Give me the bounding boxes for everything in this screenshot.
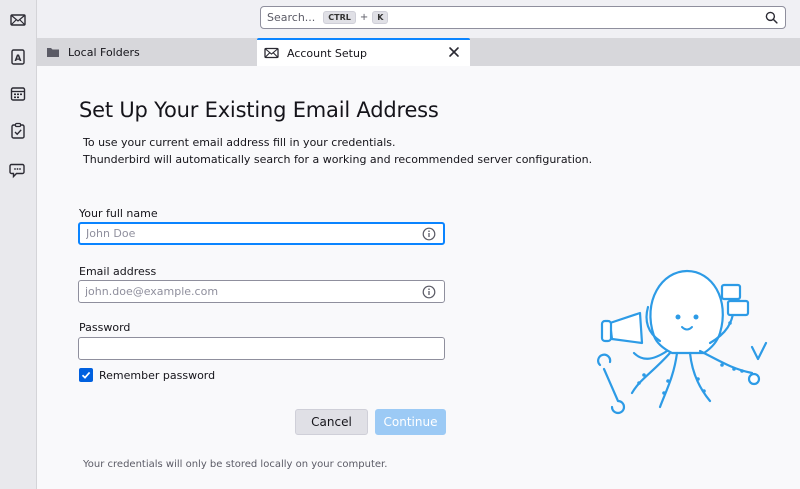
- address-book-space-button[interactable]: A: [7, 46, 29, 68]
- password-input[interactable]: [78, 337, 445, 360]
- description-line-1: To use your current email address fill i…: [83, 136, 396, 149]
- page-description: To use your current email address fill i…: [83, 134, 592, 168]
- spaces-toolbar: A: [0, 0, 37, 489]
- folder-icon: [47, 48, 59, 57]
- password-label: Password: [79, 321, 131, 334]
- remember-password-checkbox[interactable]: [79, 368, 93, 382]
- shortcut-plus: +: [359, 12, 369, 23]
- tasks-icon: [11, 122, 25, 139]
- fullname-input[interactable]: [78, 222, 445, 245]
- calendar-icon: [10, 87, 26, 101]
- mail-icon: [264, 47, 279, 59]
- info-icon[interactable]: [422, 227, 436, 241]
- description-line-2: Thunderbird will automatically search fo…: [83, 153, 593, 166]
- tab-label: Account Setup: [287, 46, 367, 60]
- chat-icon: [9, 163, 25, 179]
- svg-text:A: A: [15, 54, 22, 64]
- calendar-space-button[interactable]: [7, 83, 29, 105]
- close-icon[interactable]: [448, 46, 460, 58]
- tab-account-setup[interactable]: Account Setup: [257, 38, 470, 66]
- chat-space-button[interactable]: [7, 159, 29, 181]
- account-setup-page: Set Up Your Existing Email Address To us…: [37, 66, 800, 489]
- checkmark-icon: [81, 371, 91, 379]
- email-label: Email address: [79, 265, 157, 278]
- remember-password-row: Remember password: [79, 368, 215, 382]
- remember-password-label: Remember password: [99, 368, 216, 382]
- tab-local-folders[interactable]: Local Folders: [46, 38, 256, 66]
- page-title: Set Up Your Existing Email Address: [79, 98, 439, 122]
- search-icon[interactable]: [765, 11, 778, 24]
- shortcut-key-ctrl: CTRL: [323, 11, 356, 24]
- tab-bar: Local Folders Account Setup: [37, 38, 800, 66]
- email-input[interactable]: [78, 280, 445, 303]
- tab-label: Local Folders: [68, 45, 140, 59]
- address-book-icon: A: [11, 49, 25, 65]
- mail-space-button[interactable]: [7, 9, 29, 31]
- octopus-illustration: [597, 269, 768, 415]
- shortcut-key-k: K: [372, 11, 389, 24]
- info-icon[interactable]: [422, 285, 436, 299]
- global-search-box[interactable]: Search... CTRL + K: [260, 6, 786, 29]
- privacy-note: Your credentials will only be stored loc…: [83, 459, 388, 470]
- search-placeholder: Search...: [267, 11, 316, 24]
- fullname-label: Your full name: [79, 207, 158, 220]
- top-toolbar: Search... CTRL + K: [37, 0, 800, 38]
- cancel-button[interactable]: Cancel: [295, 409, 368, 435]
- tasks-space-button[interactable]: [7, 120, 29, 142]
- mail-icon: [10, 14, 26, 26]
- continue-button[interactable]: Continue: [375, 409, 446, 435]
